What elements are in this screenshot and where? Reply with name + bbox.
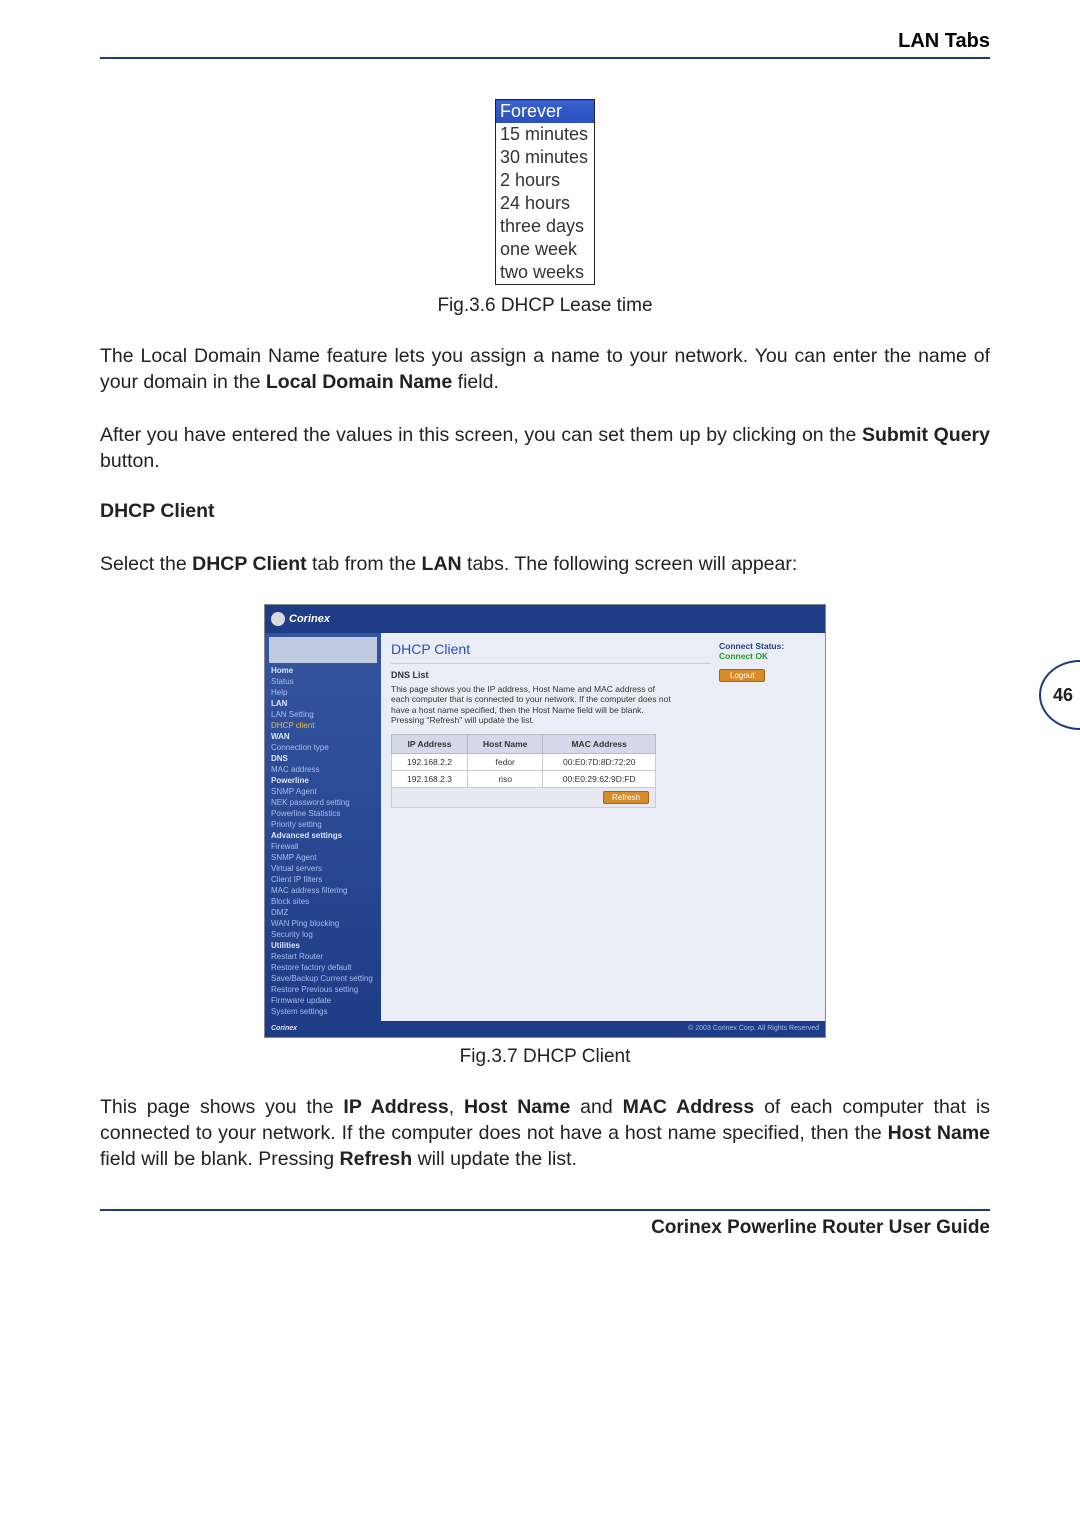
router-screenshot: Corinex Home Status Help LAN LAN Setting… [264,604,826,1038]
figure-caption-37: Fig.3.7 DHCP Client [100,1046,990,1068]
nav-save-backup[interactable]: Save/Backup Current setting [269,973,377,984]
ss-description: This page shows you the IP address, Host… [391,684,671,727]
nav-sys-settings[interactable]: System settings [269,1006,377,1017]
ss-titlebar: Corinex [265,605,825,633]
sidebar-graphic [269,637,377,663]
nav-status[interactable]: Status [269,676,377,687]
nav-conn-type[interactable]: Connection type [269,742,377,753]
nav-advanced[interactable]: Advanced settings [269,830,377,841]
nav-mac-addr[interactable]: MAC address [269,764,377,775]
figure-caption-36: Fig.3.6 DHCP Lease time [100,295,990,317]
connect-status-label: Connect Status: [719,641,815,651]
nav-snmp[interactable]: SNMP Agent [269,786,377,797]
nav-client-ip[interactable]: Client IP filters [269,874,377,885]
paragraph-page-desc: This page shows you the IP Address, Host… [100,1094,990,1173]
nav-powerline[interactable]: Powerline [269,775,377,786]
lease-opt: 30 minutes [495,146,594,169]
nav-dns[interactable]: DNS [269,753,377,764]
nav-firmware[interactable]: Firmware update [269,995,377,1006]
page-header: LAN Tabs [100,30,990,59]
logout-button[interactable]: Logout [719,669,765,682]
section-heading-dhcp-client: DHCP Client [100,500,990,523]
nav-wan[interactable]: WAN [269,731,377,742]
table-row: 192.168.2.2 fedor 00:E0:7D:8D:72:20 [392,754,656,771]
nav-lan[interactable]: LAN [269,698,377,709]
lease-opt: one week [495,238,594,261]
nav-restore-factory[interactable]: Restore factory default [269,962,377,973]
page-footer: Corinex Powerline Router User Guide [100,1209,990,1239]
refresh-button[interactable]: Refresh [603,791,649,804]
paragraph-submit: After you have entered the values in thi… [100,422,990,475]
nav-mac-filter[interactable]: MAC address filtering [269,885,377,896]
nav-restart[interactable]: Restart Router [269,951,377,962]
dns-list-table: IP Address Host Name MAC Address 192.168… [391,734,656,808]
nav-priority[interactable]: Priority setting [269,819,377,830]
brand-label: Corinex [289,613,330,625]
nav-dhcp-client[interactable]: DHCP client [269,720,377,731]
nav-dmz[interactable]: DMZ [269,907,377,918]
ss-footer: Corinex © 2003 Corinex Corp. All Rights … [265,1021,825,1037]
nav-lan-setting[interactable]: LAN Setting [269,709,377,720]
nav-block-sites[interactable]: Block sites [269,896,377,907]
lease-opt: 24 hours [495,192,594,215]
nav-virtual[interactable]: Virtual servers [269,863,377,874]
col-host: Host Name [468,735,543,754]
nav-home[interactable]: Home [269,665,377,676]
page-number: 46 [1053,685,1073,706]
brand-icon [271,612,285,626]
ss-section-label: DNS List [391,670,711,680]
lease-opt: 2 hours [495,169,594,192]
lease-opt: three days [495,215,594,238]
table-row: 192.168.2.3 riso 00:E0:29:62:9D:FD [392,771,656,788]
footer-brand: Corinex [271,1025,297,1032]
nav-utilities[interactable]: Utilities [269,940,377,951]
ss-page-title: DHCP Client [391,641,711,657]
page-number-badge: 46 [1039,660,1080,730]
nav-firewall[interactable]: Firewall [269,841,377,852]
footer-copyright: © 2003 Corinex Corp. All Rights Reserved [688,1025,819,1032]
nav-wan-ping[interactable]: WAN Ping blocking [269,918,377,929]
lease-opt: Forever [495,100,594,124]
col-ip: IP Address [392,735,468,754]
lease-opt: two weeks [495,261,594,285]
paragraph-select-tab: Select the DHCP Client tab from the LAN … [100,551,990,577]
nav-pl-stats[interactable]: Powerline Statistics [269,808,377,819]
nav-sec-log[interactable]: Security log [269,929,377,940]
nav-snmp2[interactable]: SNMP Agent [269,852,377,863]
nav-help[interactable]: Help [269,687,377,698]
nav-nek-pw[interactable]: NEK password setting [269,797,377,808]
header-title: LAN Tabs [898,30,990,52]
lease-time-list: Forever 15 minutes 30 minutes 2 hours 24… [495,99,595,285]
col-mac: MAC Address [543,735,656,754]
ss-sidebar: Home Status Help LAN LAN Setting DHCP cl… [265,633,381,1021]
connect-status-value: Connect OK [719,651,815,661]
nav-restore-prev[interactable]: Restore Previous setting [269,984,377,995]
paragraph-domain-name: The Local Domain Name feature lets you a… [100,343,990,396]
lease-opt: 15 minutes [495,123,594,146]
